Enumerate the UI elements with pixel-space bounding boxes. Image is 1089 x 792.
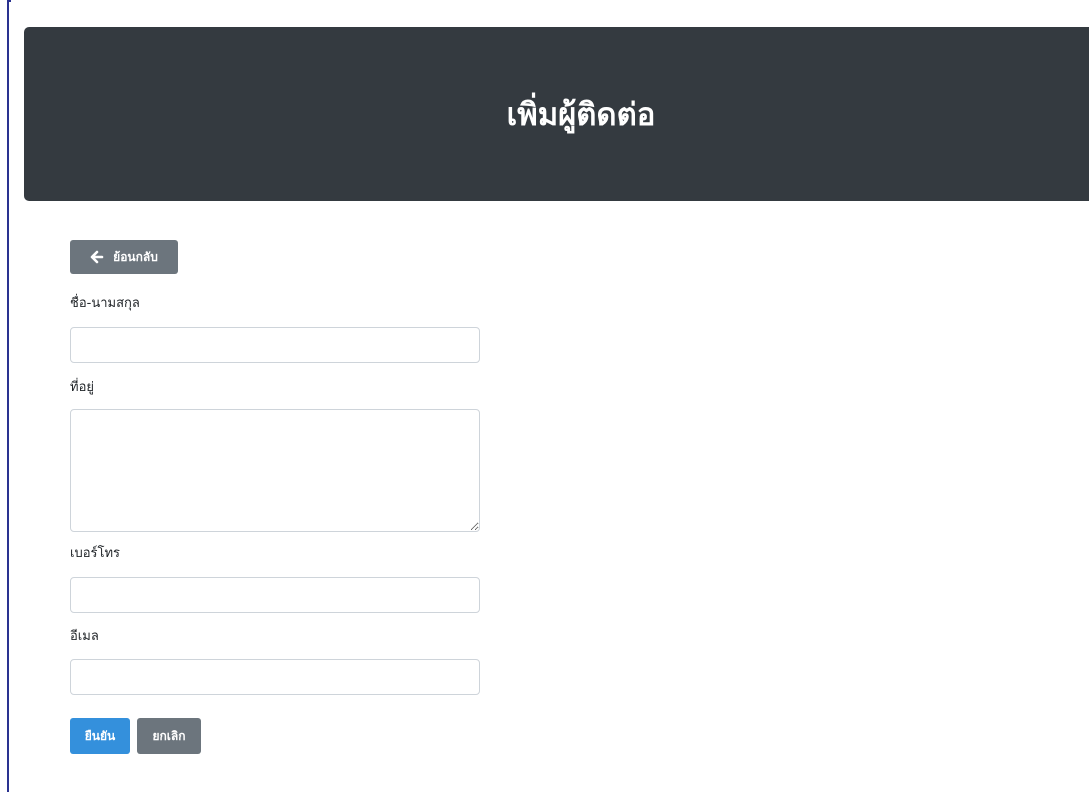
left-border-tick	[7, 0, 11, 2]
arrow-left-icon	[90, 250, 104, 264]
email-label: อีเมล	[70, 629, 99, 644]
back-button[interactable]: ย้อนกลับ	[70, 240, 178, 274]
phone-input[interactable]	[70, 577, 480, 613]
address-textarea[interactable]	[70, 409, 480, 532]
left-border-line	[7, 0, 9, 792]
confirm-button[interactable]: ยืนยัน	[70, 718, 130, 754]
name-label: ชื่อ-นามสกุล	[70, 296, 140, 311]
page-header: เพิ่มผู้ติดต่อ	[24, 27, 1089, 201]
name-input[interactable]	[70, 327, 480, 363]
email-input[interactable]	[70, 659, 480, 695]
phone-label: เบอร์โทร	[70, 546, 121, 561]
back-button-label: ย้อนกลับ	[113, 249, 158, 264]
cancel-button[interactable]: ยกเลิก	[137, 718, 201, 754]
page-title: เพิ่มผู้ติดต่อ	[506, 97, 656, 133]
address-label: ที่อยู่	[70, 380, 94, 395]
